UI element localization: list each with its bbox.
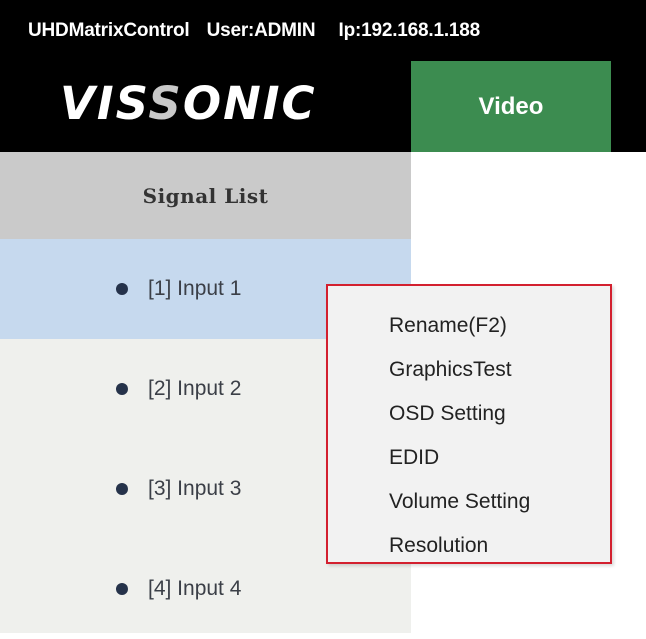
user-label: User:ADMIN <box>206 20 316 41</box>
ip-label: Ip:192.168.1.188 <box>338 20 481 41</box>
signal-item-label: [3] Input 3 <box>148 477 242 500</box>
signal-list-title: Signal List <box>0 152 411 239</box>
bullet-dot-icon <box>116 583 128 595</box>
menu-item-rename[interactable]: Rename(F2) <box>328 304 610 348</box>
menu-item-volume-setting[interactable]: Volume Setting <box>328 480 610 524</box>
title-bar: UHDMatrixControl User:ADMIN Ip:192.168.1… <box>28 20 636 42</box>
menu-item-resolution[interactable]: Resolution <box>328 524 610 568</box>
top-bar: UHDMatrixControl User:ADMIN Ip:192.168.1… <box>0 0 646 152</box>
bullet-dot-icon <box>116 383 128 395</box>
app-name: UHDMatrixControl <box>28 20 190 41</box>
menu-item-edid[interactable]: EDID <box>328 436 610 480</box>
bullet-dot-icon <box>116 483 128 495</box>
context-menu: Rename(F2) GraphicsTest OSD Setting EDID… <box>326 284 612 564</box>
bullet-dot-icon <box>116 283 128 295</box>
signal-item-label: [2] Input 2 <box>148 377 242 400</box>
signal-item-label: [4] Input 4 <box>148 577 242 600</box>
signal-item-label: [1] Input 1 <box>148 277 242 300</box>
vissonic-logo: VISSONIC <box>60 77 317 130</box>
menu-item-osd-setting[interactable]: OSD Setting <box>328 392 610 436</box>
menu-item-graphics-test[interactable]: GraphicsTest <box>328 348 610 392</box>
tab-video[interactable]: Video <box>411 61 611 152</box>
